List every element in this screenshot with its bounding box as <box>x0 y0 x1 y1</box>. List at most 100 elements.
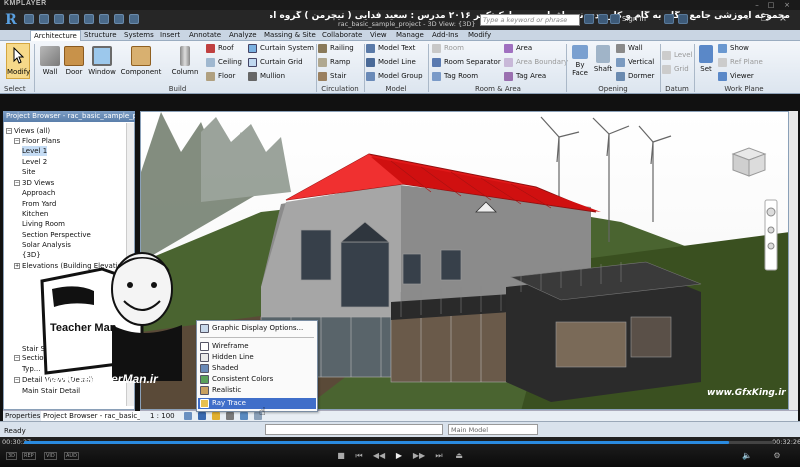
search-input[interactable]: Type a keyword or phrase <box>480 14 580 26</box>
room-area-panel-label[interactable]: Room & Area <box>430 84 566 94</box>
vertical-button[interactable]: Vertical <box>616 57 654 68</box>
tree-item[interactable]: From Yard <box>22 199 56 209</box>
tab-annotate[interactable]: Annotate <box>189 30 221 41</box>
menu-item-shaded[interactable]: Shaded <box>198 363 316 374</box>
select-panel-label[interactable]: Select <box>4 84 32 94</box>
shadows-icon[interactable] <box>226 412 234 420</box>
viewer-button[interactable]: Viewer <box>718 71 754 82</box>
stop-icon[interactable]: ■ <box>334 450 348 462</box>
save-icon[interactable] <box>39 14 49 24</box>
3d-badge[interactable]: 3D <box>6 452 18 460</box>
floor-button[interactable]: Floor <box>206 71 235 82</box>
exchange-apps-icon[interactable] <box>664 14 674 24</box>
build-panel-label[interactable]: Build <box>40 84 315 94</box>
tree-item[interactable]: Living Room <box>22 219 65 229</box>
set-button[interactable]: Set <box>696 45 716 73</box>
undo-icon[interactable] <box>54 14 64 24</box>
volume-icon[interactable]: 🔈 <box>740 450 754 462</box>
door-button[interactable]: Door <box>62 46 86 76</box>
tab-structure[interactable]: Structure <box>84 30 117 41</box>
tag-room-button[interactable]: Tag Room <box>432 71 478 82</box>
play-icon[interactable]: ▶ <box>392 450 406 462</box>
tab-view[interactable]: View <box>370 30 387 41</box>
tag-area-button[interactable]: Tag Area <box>504 71 546 82</box>
previous-icon[interactable]: ⏮ <box>352 450 366 462</box>
model-text-button[interactable]: Model Text <box>366 43 415 54</box>
rewind-icon[interactable]: ◀◀ <box>372 450 386 462</box>
work-plane-panel-label[interactable]: Work Plane <box>694 84 794 94</box>
show-button[interactable]: Show <box>718 43 749 54</box>
tab-insert[interactable]: Insert <box>160 30 180 41</box>
menu-item-wireframe[interactable]: Wireframe <box>198 341 316 352</box>
collapse-icon[interactable]: − <box>14 180 20 186</box>
model-line-button[interactable]: Model Line <box>366 57 416 68</box>
grid-button[interactable]: Grid <box>662 64 689 75</box>
level-button[interactable]: Level <box>662 50 692 61</box>
application-menu-icon[interactable]: R <box>3 12 19 28</box>
circulation-panel-label[interactable]: Circulation <box>316 84 364 94</box>
next-icon[interactable]: ⏭ <box>432 450 446 462</box>
by-face-button[interactable]: By Face <box>568 45 592 77</box>
area-button[interactable]: Area <box>504 43 532 54</box>
sun-path-icon[interactable] <box>212 412 220 420</box>
tree-item[interactable]: − Views (all) <box>6 126 50 136</box>
tab-modify[interactable]: Modify <box>468 30 491 41</box>
opening-panel-label[interactable]: Opening <box>566 84 660 94</box>
window-close-icon[interactable]: × <box>776 13 790 25</box>
tree-item[interactable]: Level 1 <box>22 146 48 156</box>
model-panel-label[interactable]: Model <box>364 84 428 94</box>
ref-plane-button[interactable]: Ref Plane <box>718 57 763 68</box>
search-binoculars-icon[interactable] <box>584 14 594 24</box>
viewport-scrollbar[interactable] <box>789 111 798 410</box>
area-boundary-button[interactable]: Area Boundary <box>504 57 568 68</box>
sign-in-link[interactable]: Sign In <box>622 15 646 23</box>
mullion-button[interactable]: Mullion <box>248 71 285 82</box>
ramp-button[interactable]: Ramp <box>318 57 350 68</box>
window-button[interactable]: Window <box>86 46 118 76</box>
eject-icon[interactable]: ⏏ <box>452 450 466 462</box>
menu-item-graphic-display-options[interactable]: Graphic Display Options... <box>198 323 316 334</box>
tree-item[interactable]: − Floor Plans <box>14 136 60 146</box>
room-button[interactable]: Room <box>432 43 464 54</box>
tree-item[interactable]: Kitchen <box>22 209 48 219</box>
collapse-icon[interactable]: − <box>6 128 12 134</box>
tab-collaborate[interactable]: Collaborate <box>322 30 362 41</box>
menu-item-realistic[interactable]: Realistic <box>198 385 316 396</box>
settings-icon[interactable]: ⚙ <box>770 450 784 462</box>
print-icon[interactable] <box>84 14 94 24</box>
room-separator-button[interactable]: Room Separator <box>432 57 501 68</box>
tree-item[interactable]: Approach <box>22 188 55 198</box>
expand-icon[interactable]: + <box>14 263 20 269</box>
tree-item[interactable]: Section Perspective <box>22 230 91 240</box>
view-scale[interactable]: 1 : 100 <box>150 411 175 421</box>
ceiling-button[interactable]: Ceiling <box>206 57 242 68</box>
menu-item-hidden-line[interactable]: Hidden Line <box>198 352 316 363</box>
player-maximize-icon[interactable]: □ <box>766 0 776 10</box>
window-minimize-icon[interactable]: – <box>740 13 754 25</box>
help-icon[interactable] <box>678 14 688 24</box>
player-close-icon[interactable]: × <box>782 0 792 10</box>
railing-button[interactable]: Railing <box>318 43 354 54</box>
workset-field[interactable] <box>265 424 443 435</box>
curtain-grid-button[interactable]: Curtain Grid <box>248 57 303 68</box>
repeat-badge[interactable]: REP <box>22 452 36 460</box>
audio-badge[interactable]: AUD <box>64 452 79 460</box>
video-badge[interactable]: VID <box>44 452 57 460</box>
collapse-icon[interactable]: − <box>14 138 20 144</box>
open-icon[interactable] <box>24 14 34 24</box>
tab-systems[interactable]: Systems <box>124 30 154 41</box>
design-option-dropdown[interactable]: Main Model <box>448 424 538 435</box>
user-icon[interactable] <box>610 14 620 24</box>
collapse-icon[interactable]: − <box>14 377 20 383</box>
tree-item[interactable]: Level 2 <box>22 157 47 167</box>
component-button[interactable]: Component <box>120 46 162 76</box>
stair-button[interactable]: Stair <box>318 71 346 82</box>
roof-button[interactable]: Roof <box>206 43 234 54</box>
column-button[interactable]: Column <box>170 46 200 76</box>
collapse-icon[interactable]: − <box>14 355 20 361</box>
tab-analyze[interactable]: Analyze <box>229 30 257 41</box>
measure-icon[interactable] <box>99 14 109 24</box>
wall-button[interactable]: Wall <box>38 46 62 76</box>
tree-item[interactable]: −3D Views <box>14 178 54 188</box>
curtain-system-button[interactable]: Curtain System <box>248 43 314 54</box>
